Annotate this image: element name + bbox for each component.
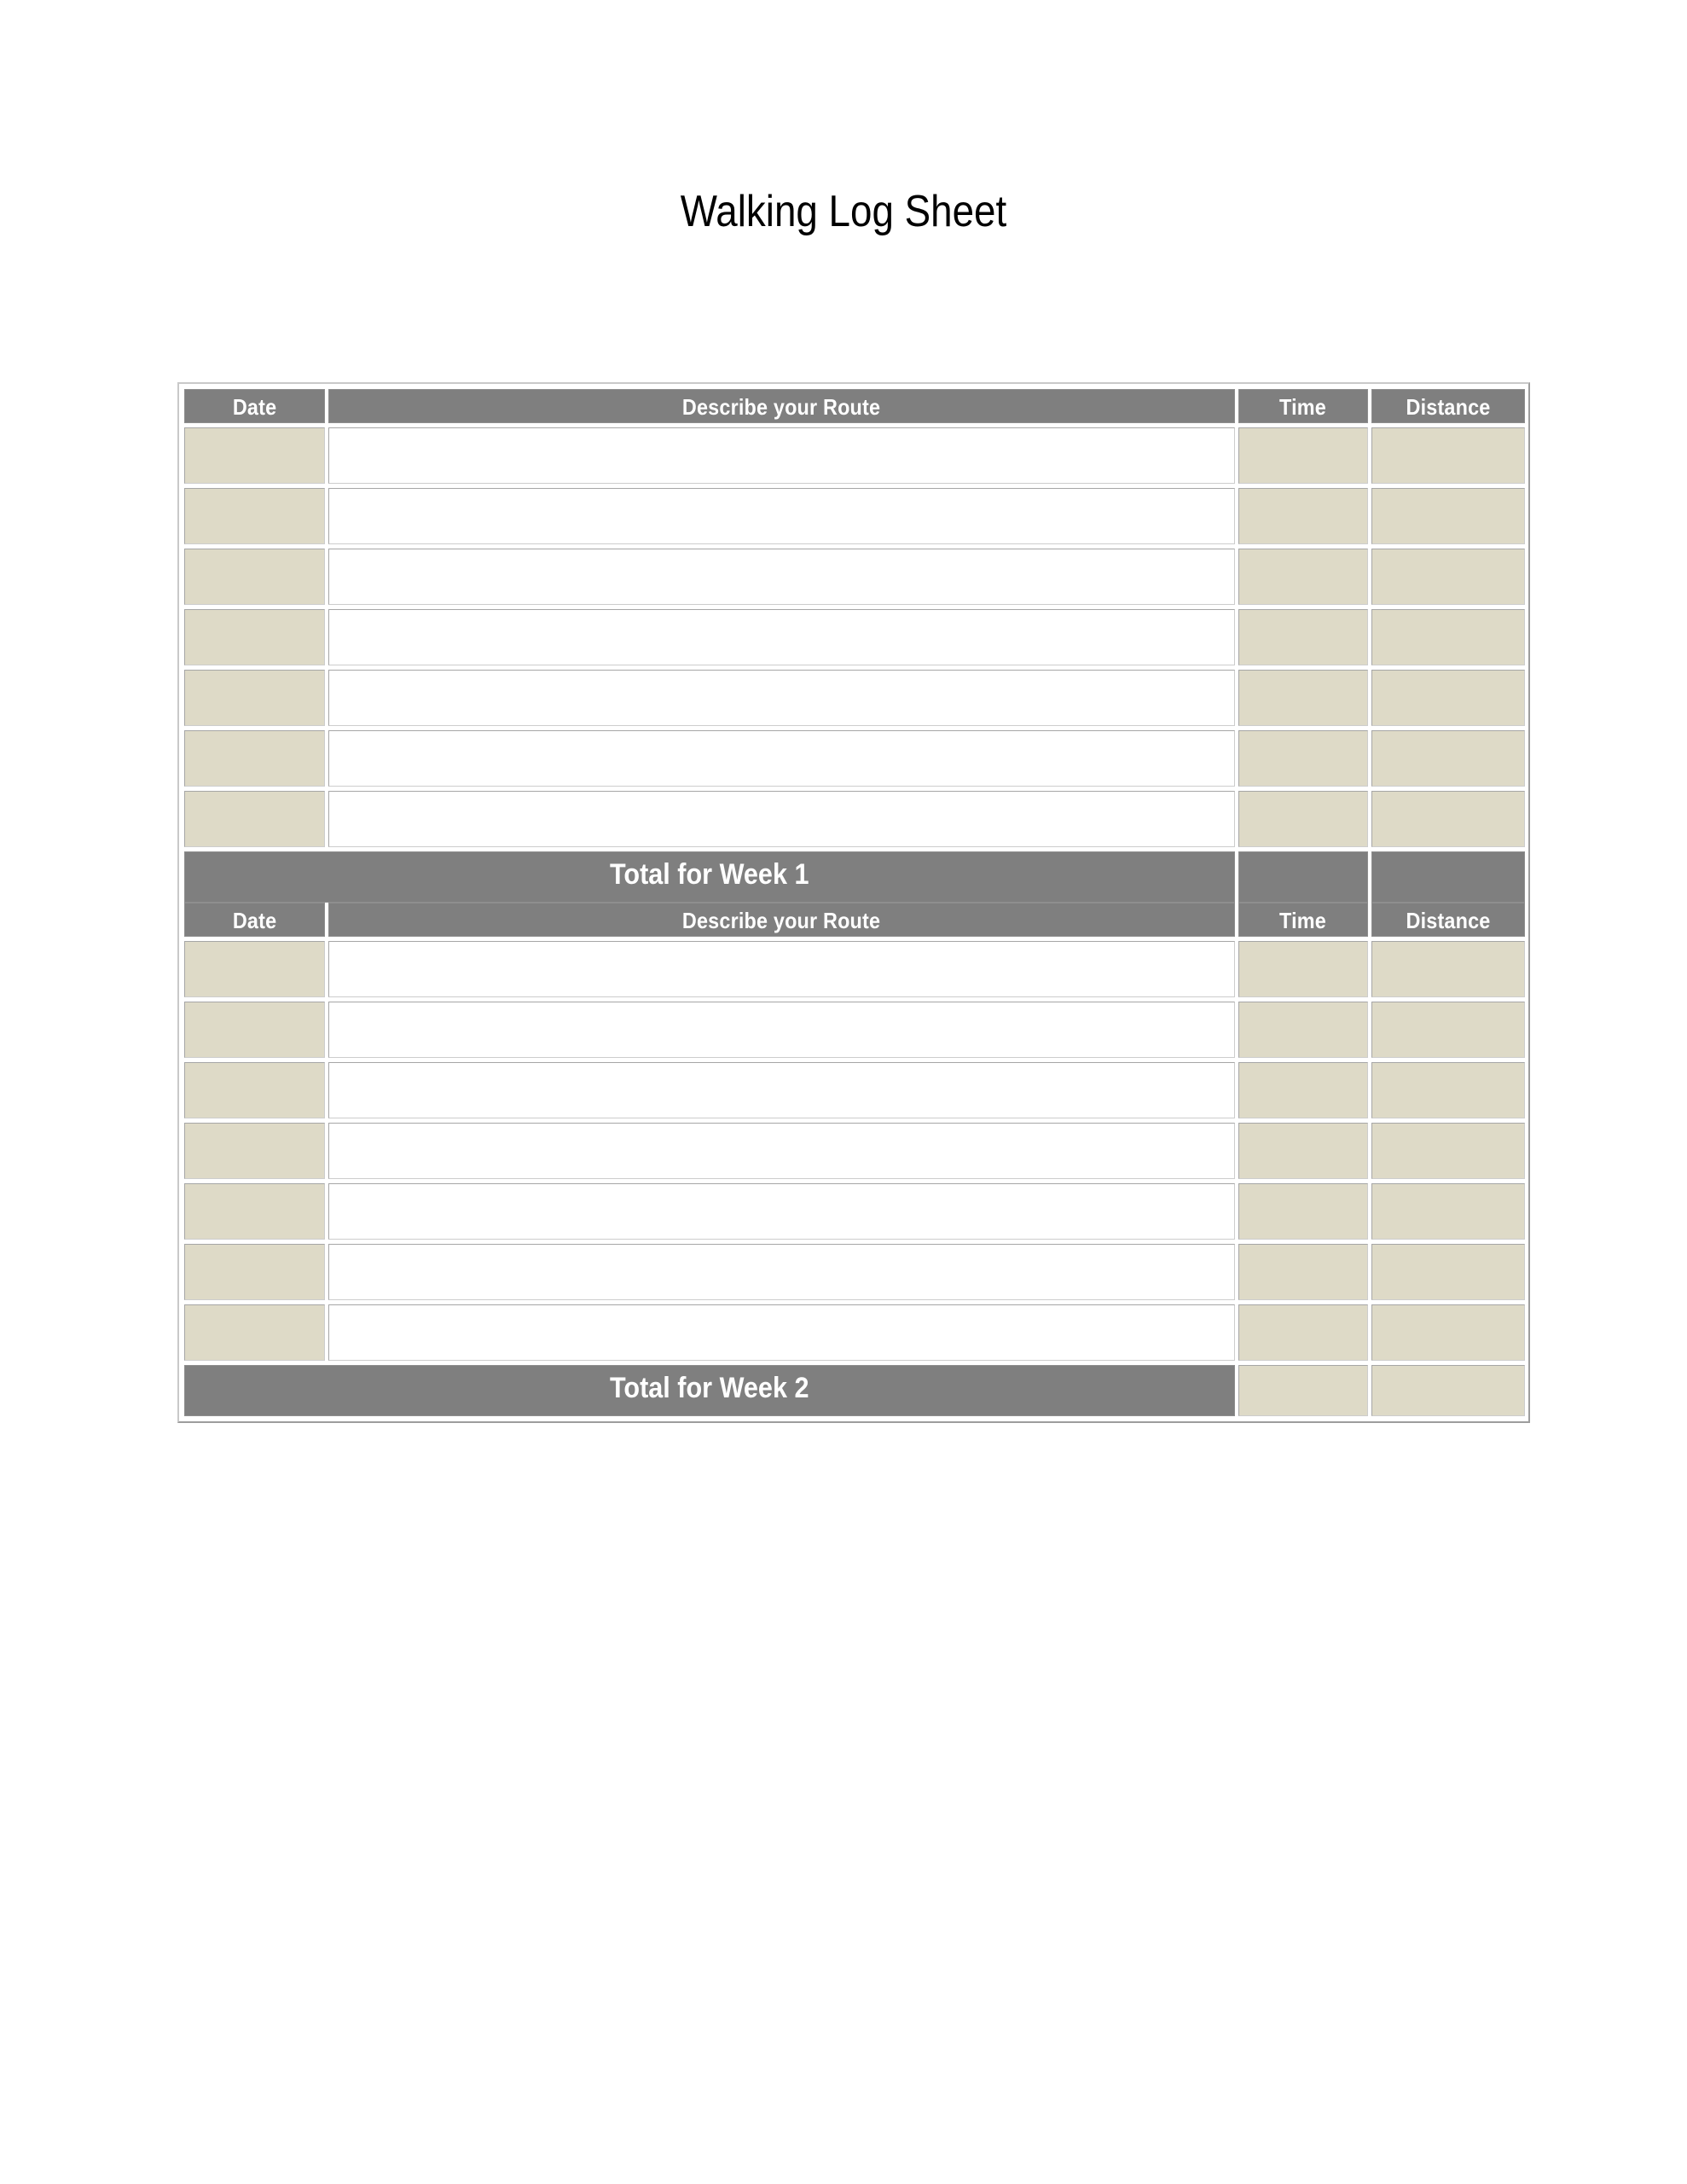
total-time-cell[interactable]	[1238, 851, 1368, 903]
cell-date[interactable]	[184, 791, 325, 847]
cell-route[interactable]	[328, 1123, 1235, 1179]
cell-distance[interactable]	[1371, 1244, 1525, 1300]
table-row	[184, 1002, 1525, 1058]
cell-route[interactable]	[328, 488, 1235, 544]
cell-time[interactable]	[1238, 609, 1368, 665]
cell-time[interactable]	[1238, 1123, 1368, 1179]
cell-distance[interactable]	[1371, 1183, 1525, 1240]
cell-route[interactable]	[328, 1244, 1235, 1300]
cell-date[interactable]	[184, 1304, 325, 1361]
total-label: Total for Week 1	[184, 851, 1235, 903]
table-row	[184, 1062, 1525, 1118]
column-header-time: Time	[1238, 903, 1368, 937]
cell-route[interactable]	[328, 609, 1235, 665]
page-title: Walking Log Sheet	[680, 187, 1007, 236]
table-row	[184, 549, 1525, 605]
cell-date[interactable]	[184, 1123, 325, 1179]
cell-date[interactable]	[184, 1183, 325, 1240]
cell-date[interactable]	[184, 549, 325, 605]
total-distance-cell[interactable]	[1371, 1365, 1525, 1416]
cell-time[interactable]	[1238, 730, 1368, 787]
page: Walking Log Sheet Date Describe your Rout…	[0, 0, 1687, 2184]
cell-time[interactable]	[1238, 941, 1368, 997]
cell-distance[interactable]	[1371, 1002, 1525, 1058]
cell-time[interactable]	[1238, 670, 1368, 726]
cell-distance[interactable]	[1371, 427, 1525, 484]
cell-date[interactable]	[184, 730, 325, 787]
cell-time[interactable]	[1238, 1062, 1368, 1118]
cell-route[interactable]	[328, 1304, 1235, 1361]
cell-date[interactable]	[184, 609, 325, 665]
column-header-time: Time	[1238, 389, 1368, 423]
cell-route[interactable]	[328, 549, 1235, 605]
cell-time[interactable]	[1238, 791, 1368, 847]
cell-date[interactable]	[184, 488, 325, 544]
table-row	[184, 427, 1525, 484]
column-header-route: Describe your Route	[328, 903, 1235, 937]
cell-time[interactable]	[1238, 549, 1368, 605]
cell-distance[interactable]	[1371, 670, 1525, 726]
cell-route[interactable]	[328, 730, 1235, 787]
table-row	[184, 1123, 1525, 1179]
column-header-date: Date	[184, 389, 325, 423]
table-row	[184, 941, 1525, 997]
cell-distance[interactable]	[1371, 488, 1525, 544]
cell-time[interactable]	[1238, 427, 1368, 484]
total-row-week-1: Total for Week 1	[184, 851, 1525, 903]
cell-distance[interactable]	[1371, 941, 1525, 997]
cell-date[interactable]	[184, 427, 325, 484]
column-header-distance: Distance	[1371, 903, 1525, 937]
cell-distance[interactable]	[1371, 549, 1525, 605]
column-header-date: Date	[184, 903, 325, 937]
cell-date[interactable]	[184, 670, 325, 726]
log-section-week-2: Date Describe your Route Time Distance Total…	[184, 903, 1525, 1416]
cell-date[interactable]	[184, 1062, 325, 1118]
table-row	[184, 488, 1525, 544]
table-header-row: Date Describe your Route Time Distance	[184, 389, 1525, 423]
cell-time[interactable]	[1238, 488, 1368, 544]
cell-time[interactable]	[1238, 1002, 1368, 1058]
table-row	[184, 791, 1525, 847]
table-header-row: Date Describe your Route Time Distance	[184, 903, 1525, 937]
cell-distance[interactable]	[1371, 1123, 1525, 1179]
table-row	[184, 730, 1525, 787]
total-row-week-2: Total for Week 2	[184, 1365, 1525, 1416]
cell-distance[interactable]	[1371, 730, 1525, 787]
cell-date[interactable]	[184, 1002, 325, 1058]
table-row	[184, 609, 1525, 665]
cell-route[interactable]	[328, 427, 1235, 484]
cell-distance[interactable]	[1371, 791, 1525, 847]
cell-route[interactable]	[328, 1062, 1235, 1118]
cell-distance[interactable]	[1371, 1304, 1525, 1361]
cell-date[interactable]	[184, 941, 325, 997]
column-header-route: Describe your Route	[328, 389, 1235, 423]
cell-time[interactable]	[1238, 1183, 1368, 1240]
cell-time[interactable]	[1238, 1244, 1368, 1300]
walking-log-table: Date Describe your Route Time Distance Total…	[177, 382, 1530, 1423]
cell-route[interactable]	[328, 941, 1235, 997]
total-time-cell[interactable]	[1238, 1365, 1368, 1416]
total-label: Total for Week 2	[184, 1365, 1235, 1416]
cell-route[interactable]	[328, 1002, 1235, 1058]
cell-route[interactable]	[328, 791, 1235, 847]
cell-route[interactable]	[328, 670, 1235, 726]
table-row	[184, 1304, 1525, 1361]
cell-time[interactable]	[1238, 1304, 1368, 1361]
total-distance-cell[interactable]	[1371, 851, 1525, 903]
table-row	[184, 1244, 1525, 1300]
cell-route[interactable]	[328, 1183, 1235, 1240]
table-row	[184, 1183, 1525, 1240]
cell-date[interactable]	[184, 1244, 325, 1300]
cell-distance[interactable]	[1371, 609, 1525, 665]
cell-distance[interactable]	[1371, 1062, 1525, 1118]
column-header-distance: Distance	[1371, 389, 1525, 423]
table-row	[184, 670, 1525, 726]
log-section-week-1: Date Describe your Route Time Distance Total…	[184, 389, 1525, 903]
